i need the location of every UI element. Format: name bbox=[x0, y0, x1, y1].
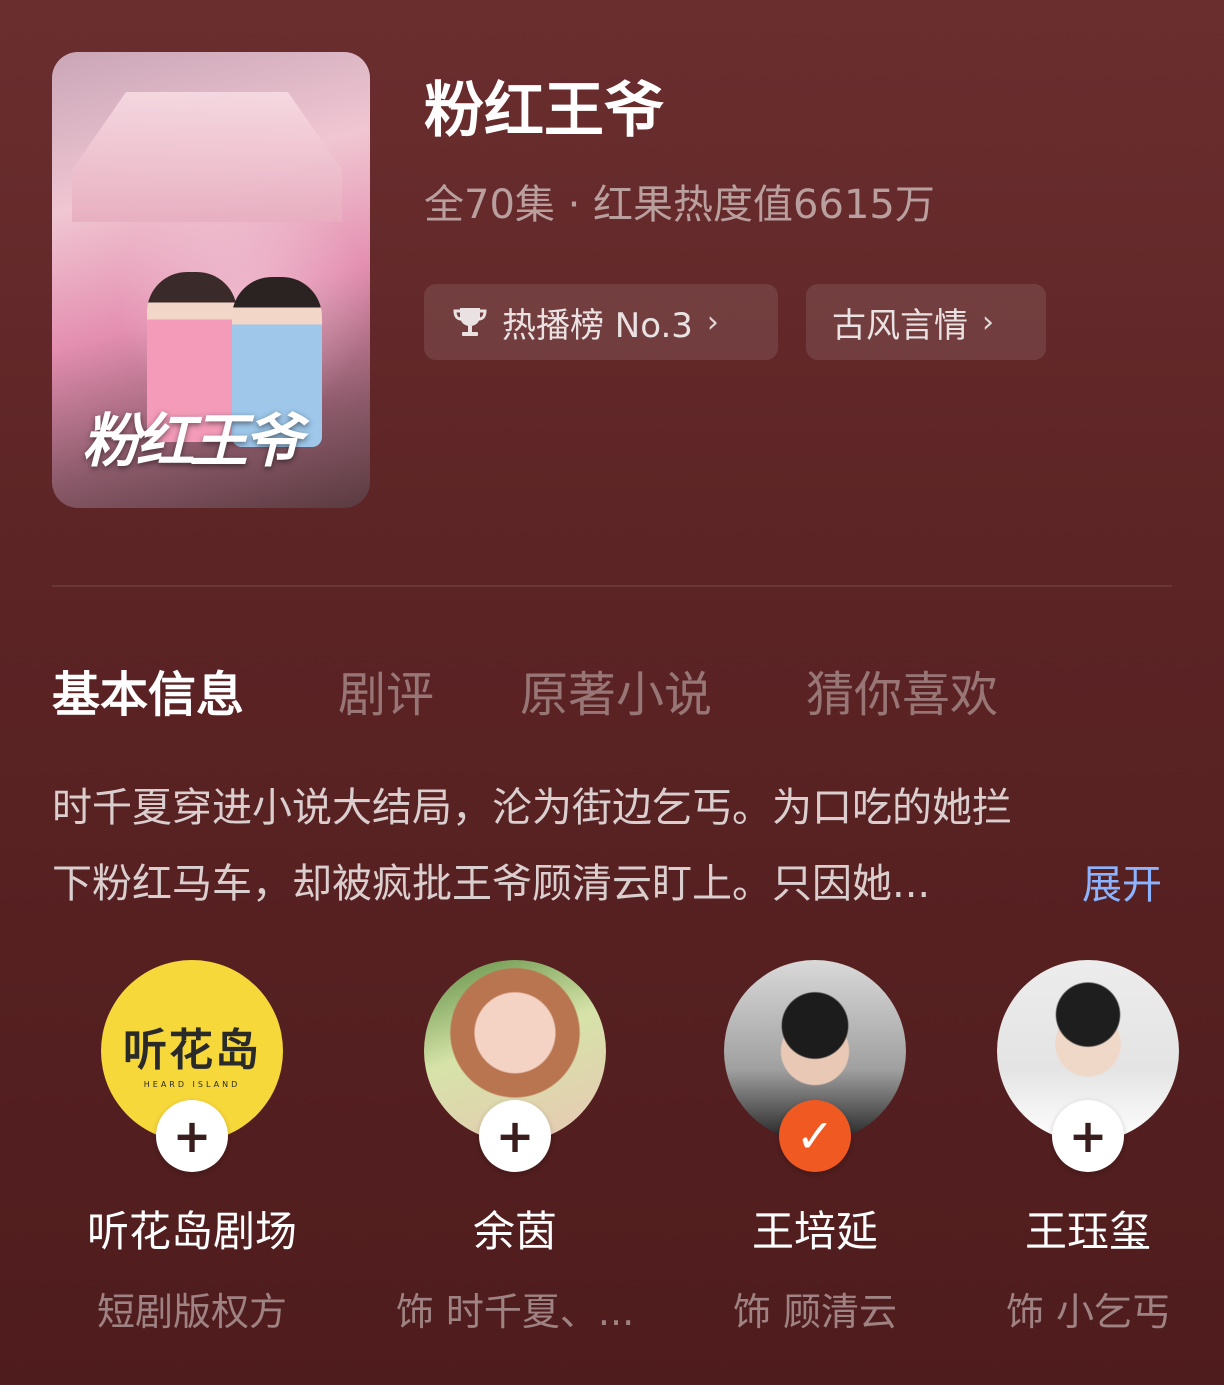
producer-logo-text: 听花岛 bbox=[123, 1024, 261, 1076]
cast-list: 听花岛 HEARD ISLAND + 听花岛剧场 短剧版权方 + 余茵 饰 时千… bbox=[0, 960, 1224, 1340]
synopsis-line-1: 时千夏穿进小说大结局，沦为街边乞丐。为口吃的她拦 bbox=[52, 785, 1012, 831]
genre-tag[interactable]: 古风言情 › bbox=[806, 284, 1046, 360]
rank-tag[interactable]: 热播榜 No.3 › bbox=[424, 284, 778, 360]
cast-item-actor-followed[interactable]: ✓ 王培延 饰 顾清云 bbox=[675, 960, 955, 1336]
rank-tag-label: 热播榜 No.3 bbox=[502, 305, 693, 346]
plus-icon[interactable]: + bbox=[156, 1100, 228, 1172]
cast-role: 饰 小乞丐 bbox=[1005, 1290, 1171, 1334]
avatar[interactable]: + bbox=[424, 960, 606, 1172]
cast-role: 短剧版权方 bbox=[96, 1290, 287, 1334]
cast-name: 王培延 bbox=[751, 1207, 878, 1256]
chevron-right-icon: › bbox=[706, 304, 719, 340]
cover-title-art: 粉红王爷 bbox=[82, 407, 302, 475]
tab-recommendations[interactable]: 猜你喜欢 bbox=[806, 655, 998, 725]
tab-basic-info[interactable]: 基本信息 bbox=[52, 655, 244, 725]
tab-original-novel[interactable]: 原著小说 bbox=[520, 655, 712, 725]
drama-cover-image[interactable]: 粉红王爷 bbox=[52, 52, 370, 508]
avatar[interactable]: 听花岛 HEARD ISLAND + bbox=[101, 960, 283, 1172]
synopsis: 时千夏穿进小说大结局，沦为街边乞丐。为口吃的她拦 下粉红马车，却被疯批王爷顾清云… bbox=[52, 770, 1172, 922]
cover-carriage-roof bbox=[72, 92, 342, 222]
synopsis-line-2: 下粉红马车，却被疯批王爷顾清云盯上。只因她... bbox=[52, 861, 931, 907]
drama-title: 粉红王爷 bbox=[424, 76, 664, 146]
cast-name: 余茵 bbox=[472, 1207, 557, 1256]
avatar[interactable]: + bbox=[997, 960, 1179, 1172]
trophy-icon bbox=[453, 308, 487, 336]
cast-role: 饰 顾清云 bbox=[732, 1290, 898, 1334]
plus-icon[interactable]: + bbox=[1052, 1100, 1124, 1172]
genre-tag-label: 古风言情 bbox=[832, 305, 968, 346]
chevron-right-icon: › bbox=[982, 304, 994, 340]
producer-logo-subtext: HEARD ISLAND bbox=[143, 1079, 241, 1089]
plus-icon[interactable]: + bbox=[479, 1100, 551, 1172]
cast-item-actor[interactable]: + 王珏玺 饰 小乞丐 bbox=[948, 960, 1224, 1336]
drama-meta: 全70集 · 红果热度值6615万 bbox=[424, 182, 935, 228]
drama-header: 粉红王爷 粉红王爷 全70集 · 红果热度值6615万 热播榜 No.3 › 古… bbox=[0, 0, 1224, 560]
cast-item-producer[interactable]: 听花岛 HEARD ISLAND + 听花岛剧场 短剧版权方 bbox=[52, 960, 332, 1336]
expand-link[interactable]: 展开 bbox=[1082, 852, 1162, 910]
cast-item-actress[interactable]: + 余茵 饰 时千夏、... bbox=[375, 960, 655, 1336]
tab-reviews[interactable]: 剧评 bbox=[338, 655, 434, 725]
section-divider bbox=[52, 585, 1172, 587]
cast-role: 饰 时千夏、... bbox=[395, 1290, 635, 1334]
cast-name: 王珏玺 bbox=[1024, 1207, 1151, 1256]
check-icon[interactable]: ✓ bbox=[779, 1100, 851, 1172]
avatar[interactable]: ✓ bbox=[724, 960, 906, 1172]
cast-name: 听花岛剧场 bbox=[86, 1207, 297, 1256]
